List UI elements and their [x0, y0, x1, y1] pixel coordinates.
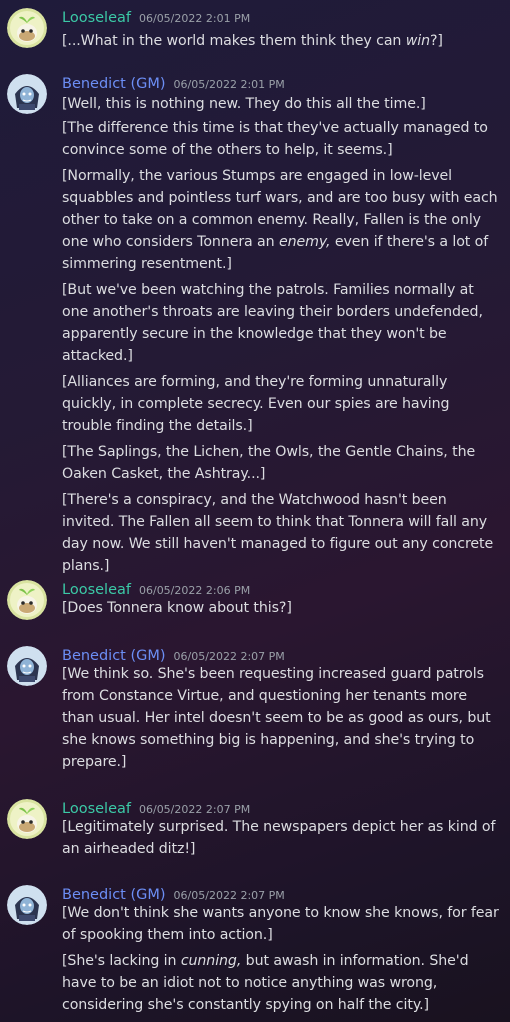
message-text: [The Saplings, the Lichen, the Owls, the… [62, 441, 502, 485]
message-text: [She's lacking in cunning, but awash in … [62, 950, 502, 1016]
text-segment: [...What in the world makes them think t… [62, 33, 406, 49]
timestamp: 06/05/2022 2:07 PM [173, 650, 285, 663]
text-segment: [There's a conspiracy, and the Watchwood… [62, 492, 494, 574]
author-name[interactable]: Benedict (GM) [62, 887, 166, 903]
gm-avatar-icon[interactable] [7, 646, 47, 686]
timestamp: 06/05/2022 2:01 PM [173, 78, 285, 91]
message-text: [Does Tonnera know about this?] [62, 597, 502, 619]
text-segment: [Legitimately surprised. The newspapers … [62, 819, 496, 857]
message-text: [Legitimately surprised. The newspapers … [62, 816, 502, 860]
gm-avatar-icon[interactable] [7, 885, 47, 925]
author-name[interactable]: Benedict (GM) [62, 648, 166, 664]
emphasis-text: enemy, [278, 234, 331, 250]
text-segment: [But we've been watching the patrols. Fa… [62, 282, 483, 364]
emphasis-text: win [405, 33, 430, 49]
message-text: [But we've been watching the patrols. Fa… [62, 279, 502, 367]
emphasis-text: cunning, [180, 953, 242, 969]
text-segment: [The difference this time is that they'v… [62, 120, 488, 158]
message-text: [Well, this is nothing new. They do this… [62, 93, 502, 115]
gm-avatar-icon[interactable] [7, 74, 47, 114]
timestamp: 06/05/2022 2:07 PM [138, 803, 251, 816]
author-name[interactable]: Looseleaf [62, 582, 131, 598]
text-segment: [She's lacking in [62, 953, 181, 969]
text-segment: [Well, this is nothing new. They do this… [62, 96, 426, 112]
message-text: [...What in the world makes them think t… [62, 30, 502, 52]
message-text: [Normally, the various Stumps are engage… [62, 165, 502, 275]
message-header: Looseleaf 06/05/2022 2:07 PM [62, 798, 250, 817]
message-text: [There's a conspiracy, and the Watchwood… [62, 489, 502, 577]
message-text: [Alliances are forming, and they're form… [62, 371, 502, 437]
looseleaf-avatar-icon[interactable] [7, 580, 47, 620]
text-segment: [The Saplings, the Lichen, the Owls, the… [62, 444, 476, 482]
message-header: Looseleaf 06/05/2022 2:06 PM [62, 579, 250, 598]
timestamp: 06/05/2022 2:07 PM [173, 889, 285, 902]
text-segment: [Alliances are forming, and they're form… [62, 374, 450, 434]
message-header: Benedict (GM) 06/05/2022 2:07 PM [62, 884, 285, 903]
author-name[interactable]: Benedict (GM) [62, 76, 166, 92]
message-text: [We don't think she wants anyone to know… [62, 902, 502, 946]
looseleaf-avatar-icon[interactable] [7, 8, 47, 48]
message-header: Benedict (GM) 06/05/2022 2:07 PM [62, 645, 285, 664]
text-segment: ?] [429, 33, 443, 49]
author-name[interactable]: Looseleaf [62, 801, 131, 817]
message-text: [The difference this time is that they'v… [62, 117, 502, 161]
message-text: [We think so. She's been requesting incr… [62, 663, 502, 773]
text-segment: [We think so. She's been requesting incr… [62, 666, 491, 770]
message-header: Looseleaf 06/05/2022 2:01 PM [62, 7, 250, 26]
text-segment: [Does Tonnera know about this?] [62, 600, 292, 616]
looseleaf-avatar-icon[interactable] [7, 799, 47, 839]
timestamp: 06/05/2022 2:06 PM [138, 584, 251, 597]
author-name[interactable]: Looseleaf [62, 10, 131, 26]
message-header: Benedict (GM) 06/05/2022 2:01 PM [62, 73, 285, 92]
timestamp: 06/05/2022 2:01 PM [138, 12, 251, 25]
text-segment: [We don't think she wants anyone to know… [62, 905, 499, 943]
